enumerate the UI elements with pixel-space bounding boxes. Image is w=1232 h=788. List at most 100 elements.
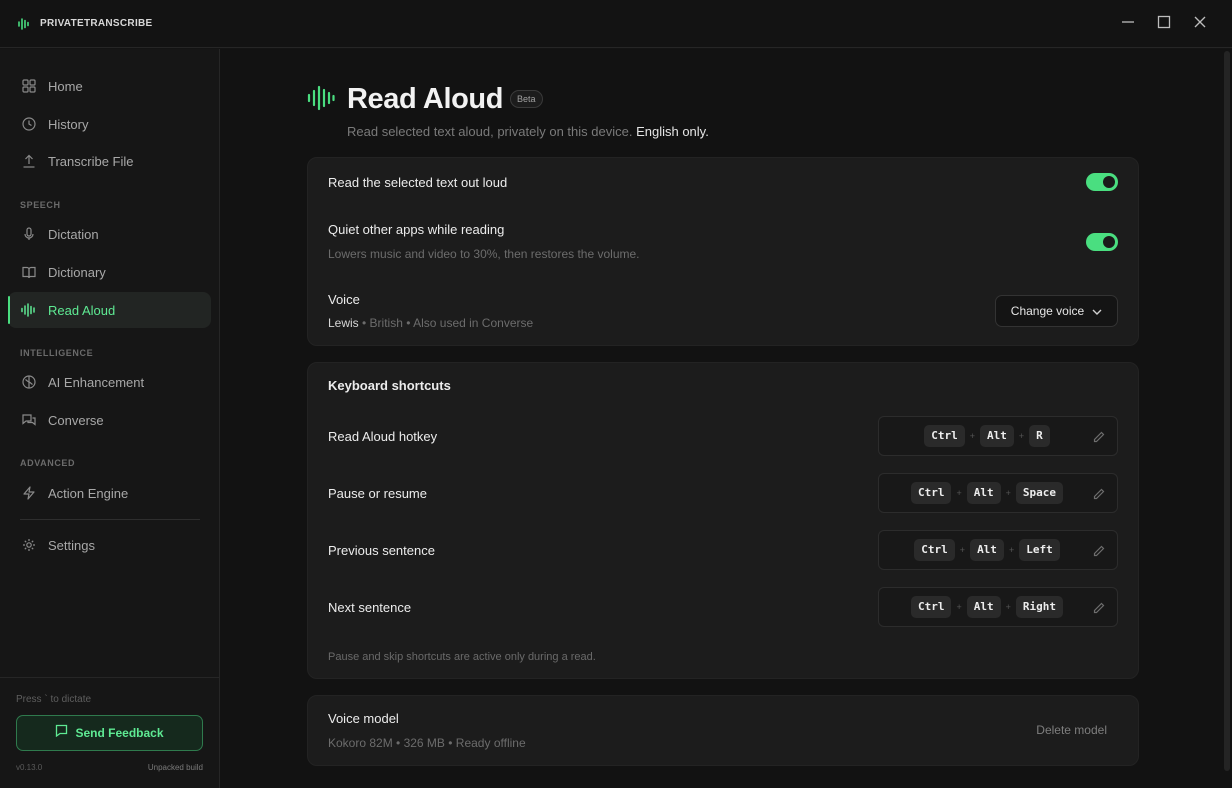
voice-meta: • British • Also used in Converse	[358, 316, 534, 330]
sidebar-item-transcribe-file[interactable]: Transcribe File	[8, 143, 211, 179]
key-cap: Alt	[970, 539, 1004, 561]
plus-separator: +	[956, 488, 962, 498]
voice-name: Lewis	[328, 316, 359, 330]
maximize-icon	[1157, 15, 1171, 34]
key-cap: Ctrl	[914, 539, 955, 561]
dictate-hint: Press ` to dictate	[16, 694, 92, 705]
message-icon	[55, 724, 68, 742]
app-logo-icon	[18, 17, 30, 36]
plus-separator: +	[956, 602, 962, 612]
plus-separator: +	[1005, 602, 1011, 612]
sidebar-item-label: Settings	[48, 537, 95, 553]
sidebar-item-dictionary[interactable]: Dictionary	[8, 254, 211, 290]
brain-icon	[21, 374, 37, 390]
version-label: v0.13.0	[16, 763, 43, 772]
quiet-apps-toggle[interactable]	[1086, 233, 1118, 251]
sidebar-item-label: Converse	[48, 412, 104, 428]
close-icon	[1193, 15, 1207, 34]
sidebar-item-action-engine[interactable]: Action Engine	[8, 475, 211, 511]
voice-model-card: Voice model Kokoro 82M • 326 MB • Ready …	[307, 695, 1139, 766]
sidebar-item-ai-enhancement[interactable]: AI Enhancement	[8, 364, 211, 400]
title-bar: PRIVATETRANSCRIBE	[0, 0, 1232, 48]
sidebar-item-label: Read Aloud	[48, 302, 116, 318]
waveform-icon	[21, 302, 37, 318]
key-cap: Alt	[966, 596, 1001, 618]
voice-model-title: Voice model	[328, 711, 399, 726]
chat-icon	[21, 412, 37, 428]
section-label-speech: SPEECH	[20, 200, 61, 210]
send-feedback-button[interactable]: Send Feedback	[16, 715, 203, 751]
bolt-icon	[21, 485, 37, 501]
sidebar-item-dictation[interactable]: Dictation	[8, 216, 211, 252]
plus-separator: +	[1008, 545, 1015, 555]
hotkey-field-read-aloud[interactable]: Ctrl + Alt + R	[878, 416, 1118, 456]
app-name: PRIVATETRANSCRIBE	[40, 18, 153, 29]
microphone-icon	[21, 226, 37, 242]
hotkey-field-pause-resume[interactable]: Ctrl + Alt + Space	[878, 473, 1118, 513]
quiet-apps-description: Lowers music and video to 30%, then rest…	[328, 247, 640, 261]
maximize-button[interactable]	[1152, 12, 1176, 36]
minimize-icon	[1121, 15, 1135, 34]
build-label: Unpacked build	[147, 763, 203, 772]
home-icon	[21, 78, 37, 94]
quiet-apps-label: Quiet other apps while reading	[328, 222, 505, 237]
sidebar-item-label: Action Engine	[48, 485, 129, 501]
book-icon	[21, 264, 37, 280]
shortcut-label-pause-resume: Pause or resume	[328, 486, 427, 501]
key-cap: R	[1029, 425, 1050, 447]
chevron-down-icon	[1092, 302, 1102, 320]
shortcuts-title: Keyboard shortcuts	[328, 378, 451, 393]
page-subtitle: Read selected text aloud, privately on t…	[347, 124, 709, 139]
plus-separator: +	[959, 545, 966, 555]
key-cap: Left	[1019, 539, 1060, 561]
plus-separator: +	[1018, 431, 1025, 441]
pencil-icon[interactable]	[1093, 601, 1105, 619]
sidebar-item-converse[interactable]: Converse	[8, 402, 211, 438]
scrollbar[interactable]	[1224, 51, 1230, 771]
minimize-button[interactable]	[1116, 12, 1140, 36]
waveform-icon	[307, 85, 335, 116]
shortcut-label-read-aloud: Read Aloud hotkey	[328, 429, 438, 444]
keyboard-shortcuts-card: Keyboard shortcuts Read Aloud hotkey Ctr…	[307, 362, 1139, 679]
close-button[interactable]	[1188, 12, 1212, 36]
key-cap: Space	[1015, 482, 1064, 504]
sidebar-item-label: Transcribe File	[48, 153, 134, 169]
sidebar-item-home[interactable]: Home	[8, 68, 211, 104]
beta-badge: Beta	[510, 90, 543, 108]
subtitle-text: Read selected text aloud, privately on t…	[347, 124, 633, 139]
sidebar-item-label: History	[48, 116, 89, 132]
pencil-icon[interactable]	[1093, 544, 1105, 562]
hotkey-field-previous-sentence[interactable]: Ctrl + Alt + Left	[878, 530, 1118, 570]
main-content: Read Aloud Beta Read selected text aloud…	[220, 49, 1232, 788]
shortcuts-footnote: Pause and skip shortcuts are active only…	[328, 651, 596, 663]
read-selected-toggle[interactable]	[1086, 173, 1118, 191]
voice-model-details: Kokoro 82M • 326 MB • Ready offline	[328, 736, 526, 750]
send-feedback-label: Send Feedback	[75, 726, 164, 740]
sidebar-item-read-aloud[interactable]: Read Aloud	[8, 292, 211, 328]
pencil-icon[interactable]	[1093, 430, 1105, 448]
gear-icon	[21, 537, 37, 553]
sidebar-item-label: Dictionary	[48, 264, 106, 280]
sidebar-item-settings[interactable]: Settings	[8, 527, 211, 563]
read-aloud-settings-card: Read the selected text out loud Quiet ot…	[307, 157, 1139, 346]
key-cap: Alt	[980, 425, 1014, 447]
key-cap: Alt	[966, 482, 1001, 504]
delete-model-button[interactable]: Delete model	[1036, 723, 1107, 737]
sidebar: Home History Transcribe File SPEECH Dict…	[0, 49, 220, 788]
pencil-icon[interactable]	[1093, 487, 1105, 505]
sidebar-item-label: Dictation	[48, 226, 99, 242]
sidebar-item-history[interactable]: History	[8, 106, 211, 142]
read-selected-label: Read the selected text out loud	[328, 175, 508, 190]
change-voice-dropdown[interactable]: Change voice	[995, 295, 1118, 327]
shortcut-label-next-sentence: Next sentence	[328, 600, 412, 615]
section-label-advanced: ADVANCED	[20, 458, 76, 468]
sidebar-item-label: AI Enhancement	[48, 374, 145, 390]
key-cap: Ctrl	[910, 596, 952, 618]
section-label-intelligence: INTELLIGENCE	[20, 348, 94, 358]
hotkey-field-next-sentence[interactable]: Ctrl + Alt + Right	[878, 587, 1118, 627]
sidebar-footer: Press ` to dictate Send Feedback v0.13.0…	[0, 677, 219, 788]
page-title: Read Aloud	[347, 83, 504, 115]
plus-separator: +	[969, 431, 975, 441]
change-voice-label: Change voice	[1010, 304, 1085, 318]
sidebar-divider	[20, 519, 200, 520]
